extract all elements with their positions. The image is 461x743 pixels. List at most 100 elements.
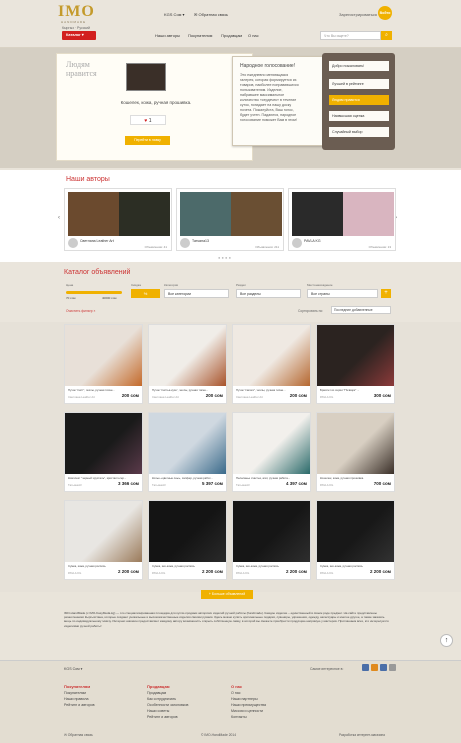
author-card[interactable]: Татьяна13 Объявления: 211: [176, 188, 284, 251]
search-input[interactable]: Что Вы ищете?: [320, 31, 381, 40]
product-card[interactable]: Кошелек, кожа, ручная прошивка. PAVLA KG…: [316, 412, 395, 492]
board-item-welcome[interactable]: Добро пожаловать!: [329, 61, 389, 71]
product-card[interactable]: Сумка, эко-кожа, ручная роспись PAVLA KG…: [316, 500, 395, 580]
scroll-up-icon[interactable]: ↑: [440, 634, 453, 647]
footer: [0, 660, 461, 743]
nav-about[interactable]: О нас: [248, 33, 259, 38]
product-card[interactable]: Сумка, эко-кожа, ручная роспись PAVLA KG…: [148, 500, 227, 580]
product-author: PAVLA KG: [320, 571, 334, 575]
price-label: Цена: [66, 283, 74, 287]
like-button[interactable]: ♥ 1: [130, 115, 166, 125]
more-listings-button[interactable]: + Больше объявлений: [201, 590, 253, 599]
carousel-dots[interactable]: ● ● ● ●: [218, 255, 231, 260]
product-card[interactable]: Пелесанье счастья, агат, ручная работа..…: [232, 412, 311, 492]
footer-link[interactable]: Покупателям: [64, 691, 86, 695]
footer-link[interactable]: Наши правила: [64, 697, 88, 701]
product-price: 2 200 сом: [117, 569, 139, 574]
product-card[interactable]: Сумка, эко-кожа, ручная роспись PAVLA KG…: [232, 500, 311, 580]
add-filter-button[interactable]: +: [381, 289, 391, 298]
author-card[interactable]: PAVLA KG Объявления: 13: [288, 188, 396, 251]
currency-select[interactable]: KGS Сом ▾: [164, 12, 185, 17]
product-title: Сумка, эко-кожа, ручная роспись: [320, 564, 363, 568]
location-select[interactable]: Все страны: [307, 289, 378, 298]
footer-link[interactable]: Наши партнеры: [231, 697, 258, 701]
footer-link[interactable]: Наши преимущества: [231, 703, 266, 707]
odnoklassniki-icon[interactable]: [371, 664, 378, 671]
site-logo[interactable]: IMO: [58, 3, 95, 21]
footer-col-title: Продавцам: [147, 684, 170, 689]
footer-link[interactable]: Особенности заголовков: [147, 703, 188, 707]
discount-toggle[interactable]: %: [131, 289, 160, 298]
author-card[interactable]: Светлана Leather Art Объявления: 41: [64, 188, 172, 251]
avatar: [292, 238, 302, 248]
board-item-random[interactable]: Случайный выбор: [329, 127, 389, 137]
author-photo: [292, 192, 343, 236]
product-author: PAVLA KG: [320, 395, 334, 399]
category-select[interactable]: Все категории: [164, 289, 229, 298]
footer-link[interactable]: О нас: [231, 691, 241, 695]
footer-link[interactable]: Рейтинг и авторов: [64, 703, 95, 707]
location-label: Местонахождение: [307, 283, 333, 287]
price-slider[interactable]: [66, 291, 122, 294]
product-price: 2 200 сом: [369, 569, 391, 574]
footer-feedback-label: Обратная связь: [67, 733, 93, 737]
login-button[interactable]: Войти: [378, 6, 392, 20]
author-name: Светлана Leather Art: [80, 239, 114, 243]
product-author: Татьяна13: [152, 483, 166, 487]
footer-link[interactable]: Миссия и ценности: [231, 709, 263, 713]
footer-feedback-link[interactable]: ✉ Обратная связь: [64, 733, 93, 737]
product-title: Кошелек, кожа, ручная прошивка.: [320, 476, 364, 480]
footer-link[interactable]: Как сотрудничать: [147, 697, 176, 701]
product-photo: [65, 413, 142, 474]
chevron-left-icon[interactable]: ‹: [58, 215, 60, 221]
footer-currency-select[interactable]: KGS Сом ▾: [64, 667, 82, 671]
product-card[interactable]: Пучок "сапоги", чехлы, ручная тисне... С…: [232, 324, 311, 404]
twitter-icon[interactable]: [389, 664, 396, 671]
language-switcher[interactable]: Кыргыз · Русский: [62, 26, 90, 30]
nav-sellers[interactable]: Продавцам: [221, 33, 242, 38]
clear-filter-link[interactable]: Очистить фильтр ×: [66, 309, 95, 313]
catalog-dropdown-button[interactable]: Каталог ▾: [62, 31, 96, 40]
people-like-heading: Людям нравится: [66, 60, 97, 78]
footer-link[interactable]: Рейтинг и авторов: [147, 715, 178, 719]
feedback-link[interactable]: ✉ Обратная связь: [194, 12, 228, 17]
product-price: 5 397 сом: [201, 481, 223, 486]
search-button[interactable]: ⌕: [381, 31, 392, 40]
nav-buyers[interactable]: Покупателям: [188, 33, 212, 38]
product-price: 300 сом: [373, 393, 391, 398]
product-card[interactable]: Колье «цветные сны», салфер, ручная рабо…: [148, 412, 227, 492]
author-photo: [343, 192, 394, 236]
price-min: 70 сом: [66, 296, 76, 300]
goto-shop-button[interactable]: Перейти в лавку: [125, 136, 170, 145]
product-photo: [65, 501, 142, 562]
facebook-icon[interactable]: [362, 664, 369, 671]
product-title: Пучок "сапоги", чехлы, ручная тисне...: [236, 388, 286, 392]
register-link[interactable]: Зарегистрироваться: [339, 12, 377, 17]
footer-link[interactable]: Наши советы: [147, 709, 169, 713]
author-count: Объявления: 13: [368, 245, 391, 249]
product-card[interactable]: Пучок "лист", чехлы, ручная тисне... Све…: [64, 324, 143, 404]
board-item-best[interactable]: Лучшей в рейтинге: [329, 79, 389, 89]
vote-description: Это ежедневно меняющаяся галерея, котора…: [240, 73, 299, 122]
vk-icon[interactable]: [380, 664, 387, 671]
sort-select[interactable]: Последние добавленные: [331, 306, 391, 314]
product-title: Комплект "черный хрусталь", кристалл-сер…: [68, 476, 127, 480]
board-item-people-like[interactable]: Людям нравится: [329, 95, 389, 105]
product-card[interactable]: Браслет из серии "Пэчворк" ... PAVLA KG …: [316, 324, 395, 404]
product-title: Сумка, эко-кожа, ручная роспись: [236, 564, 279, 568]
footer-link[interactable]: Продавцам: [147, 691, 166, 695]
product-card[interactable]: Сумка, кожа, ручная роспись PAVLA KG 2 2…: [64, 500, 143, 580]
product-price: 2 200 сом: [285, 569, 307, 574]
product-price: 2 200 сом: [201, 569, 223, 574]
nav-authors[interactable]: Наши авторы: [155, 33, 180, 38]
product-card[interactable]: Комплект "черный хрусталь", кристалл-сер…: [64, 412, 143, 492]
footer-link[interactable]: Контакты: [231, 715, 247, 719]
product-author: PAVLA KG: [236, 571, 250, 575]
search-icon: ⌕: [385, 32, 388, 38]
section-select[interactable]: Все разделы: [236, 289, 301, 298]
product-card[interactable]: Пучок "листья-кусь", чехлы, ручная тисне…: [148, 324, 227, 404]
product-author: Татьяна13: [236, 483, 250, 487]
featured-product-image[interactable]: [126, 63, 166, 91]
developer-credit[interactable]: Разработка интернет-магазина: [339, 733, 385, 737]
board-item-top-rated[interactable]: Наивысшая оценка: [329, 111, 389, 121]
